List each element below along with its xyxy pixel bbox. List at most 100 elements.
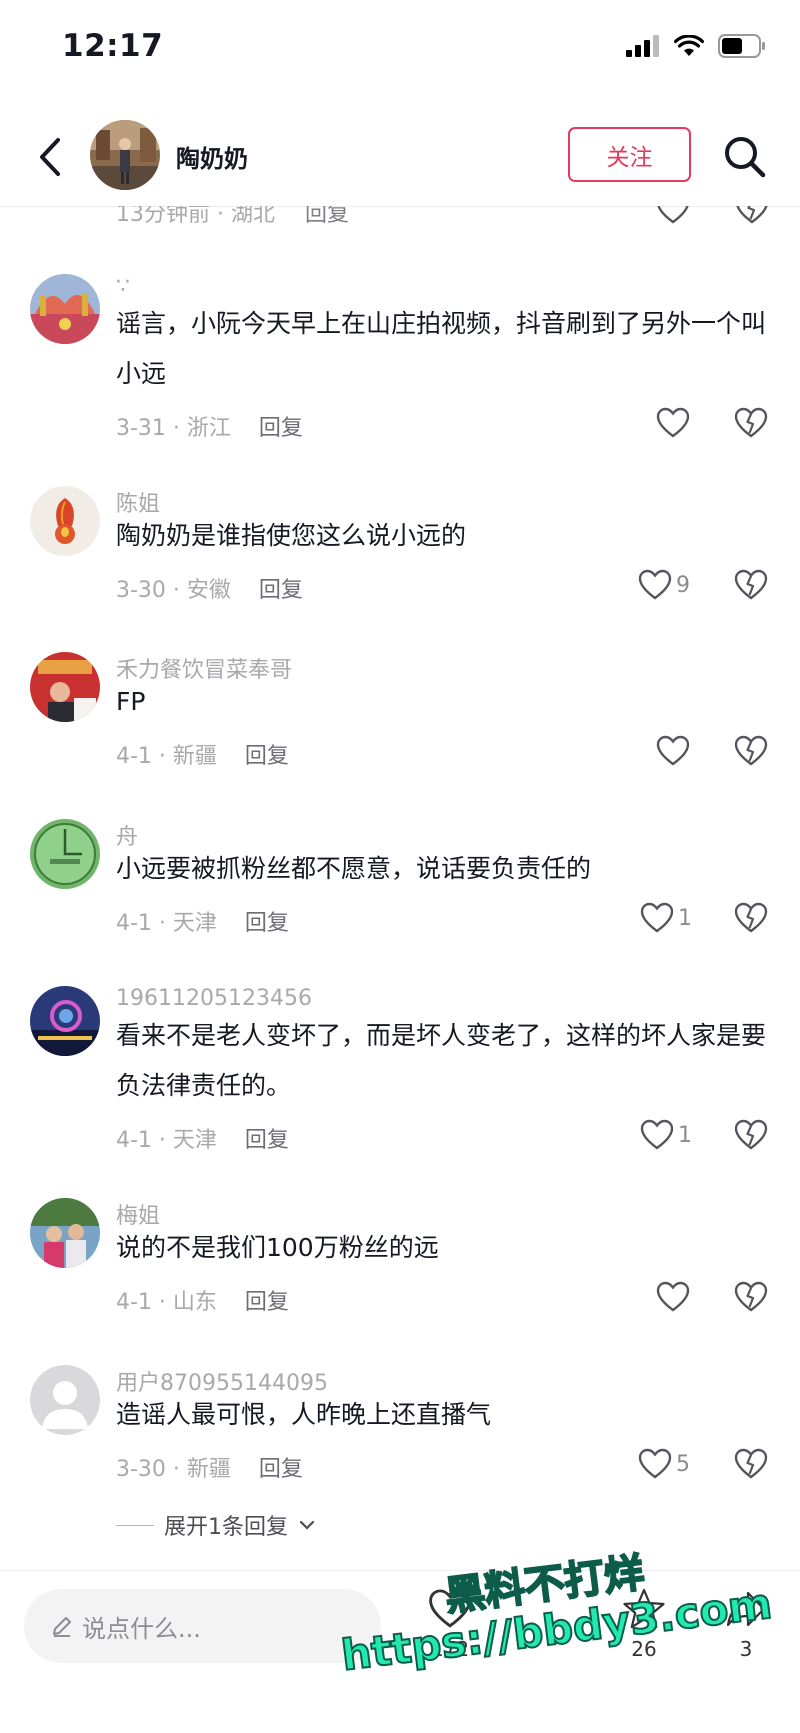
commenter-name[interactable]: ∵ (116, 274, 130, 299)
broken-heart-icon (734, 1119, 768, 1150)
back-arrow-icon (40, 138, 60, 176)
comment-meta: 3-30 · 新疆 回复 (116, 1451, 303, 1483)
comment-meta: 3-31 · 浙江 回复 (116, 410, 303, 442)
expand-divider-line (116, 1524, 154, 1526)
like-button[interactable] (656, 406, 694, 440)
like-count: 5 (676, 1451, 690, 1477)
expand-replies-button[interactable]: 展开1条回复 (116, 1509, 316, 1541)
dislike-button[interactable] (734, 568, 768, 606)
reply-button[interactable]: 回复 (245, 911, 289, 936)
broken-heart-icon (734, 902, 768, 933)
search-icon (725, 137, 766, 178)
like-button[interactable]: 1 (640, 1118, 692, 1152)
broken-heart-icon (734, 569, 768, 600)
like-count: 1 (678, 905, 692, 931)
heart-icon (656, 407, 690, 438)
broken-heart-icon (734, 735, 768, 766)
comment-time-location: 4-1 · 天津 (116, 911, 217, 936)
reply-button[interactable]: 回复 (245, 744, 289, 769)
comment-input[interactable]: 说点什么... (24, 1589, 381, 1663)
commenter-avatar[interactable] (30, 274, 100, 344)
comment-text: FP (116, 687, 146, 716)
expand-replies-label: 展开1条回复 (164, 1515, 288, 1540)
comment-time-location: 4-1 · 天津 (116, 1128, 217, 1153)
commenter-avatar[interactable] (30, 986, 100, 1056)
comment-time-location: 4-1 · 新疆 (116, 744, 217, 769)
commenter-avatar[interactable] (30, 652, 100, 722)
like-button[interactable] (656, 206, 690, 226)
reply-button[interactable]: 回复 (245, 1128, 289, 1153)
reply-button[interactable]: 回复 (305, 206, 349, 227)
comment-time-location: 4-1 · 山东 (116, 1290, 217, 1315)
reply-button[interactable]: 回复 (259, 1457, 303, 1482)
like-count: 9 (676, 572, 690, 598)
commenter-avatar[interactable] (30, 1198, 100, 1268)
dislike-button[interactable] (735, 206, 769, 226)
broken-heart-icon (734, 1281, 768, 1312)
comment-meta: 4-1 · 天津 回复 (116, 905, 289, 937)
dislike-button[interactable] (734, 901, 768, 939)
comment-text: 造谣人最可恨，人昨晚上还直播气 (116, 1400, 492, 1429)
like-button[interactable] (656, 1280, 694, 1314)
like-count: 1 (678, 1122, 692, 1148)
comment-meta: 4-1 · 山东 回复 (116, 1284, 289, 1316)
header-avatar[interactable] (90, 120, 160, 190)
broken-heart-icon (736, 206, 768, 224)
comment-time-location: 3-30 · 安徽 (116, 578, 231, 603)
dislike-button[interactable] (734, 1447, 768, 1485)
commenter-avatar[interactable] (30, 819, 100, 889)
comment-meta: 13分钟前 · 湖北 回复 (116, 206, 349, 228)
reply-button[interactable]: 回复 (245, 1290, 289, 1315)
wifi-icon (674, 35, 704, 56)
comment-time-location: 3-30 · 新疆 (116, 1457, 231, 1482)
dislike-button[interactable] (734, 734, 768, 772)
default-avatar-icon (30, 1365, 100, 1435)
comment-text: 看来不是老人变坏了，而是坏人变老了，这样的坏人家是要负法律责任的。 (116, 1021, 767, 1100)
heart-icon (638, 569, 672, 600)
battery-icon (718, 34, 765, 58)
cellular-signal-icon (626, 35, 659, 57)
comment-text: 陶奶奶是谁指使您这么说小远的 (116, 521, 467, 550)
comment-text: 谣言，小阮今天早上在山庄拍视频，抖音刷到了另外一个叫小远 (116, 309, 767, 388)
profile-name[interactable]: 陶奶奶 (176, 139, 248, 174)
search-button[interactable] (722, 134, 768, 180)
heart-icon (638, 1448, 672, 1479)
status-bar: 12:17 (0, 0, 800, 100)
like-button[interactable]: 1 (640, 901, 692, 935)
profile-header: 陶奶奶 关注 (0, 110, 800, 206)
status-icons (626, 34, 766, 58)
comment-list[interactable]: 13分钟前 · 湖北 回复 ∵ 谣言，小阮今天早上在山庄拍视频，抖音刷到了另外一个… (0, 206, 800, 1570)
comment-time-location: 3-31 · 浙江 (116, 416, 231, 441)
dislike-button[interactable] (734, 1280, 768, 1318)
comment-text: 小远要被抓粉丝都不愿意，说话要负责任的 (116, 854, 592, 883)
follow-button[interactable]: 关注 (568, 127, 691, 182)
chevron-down-icon (299, 1520, 315, 1530)
broken-heart-icon (734, 1448, 768, 1479)
broken-heart-icon (734, 407, 768, 438)
dislike-button[interactable] (734, 1118, 768, 1156)
comment-meta: 4-1 · 天津 回复 (116, 1122, 289, 1154)
back-button[interactable] (30, 132, 74, 182)
reply-button[interactable]: 回复 (259, 416, 303, 441)
comment-meta: 4-1 · 新疆 回复 (116, 738, 289, 770)
pencil-icon (53, 1617, 71, 1637)
like-button[interactable] (656, 734, 694, 768)
comment-meta: 3-30 · 安徽 回复 (116, 572, 303, 604)
dislike-button[interactable] (734, 406, 768, 444)
reply-button[interactable]: 回复 (259, 578, 303, 603)
heart-icon (640, 902, 674, 933)
commenter-avatar[interactable] (30, 1365, 100, 1435)
comment-item-partial: 13分钟前 · 湖北 回复 (0, 206, 800, 230)
heart-icon (640, 1119, 674, 1150)
like-button[interactable]: 9 (638, 568, 690, 602)
heart-icon (656, 1281, 690, 1312)
heart-icon (657, 206, 689, 224)
heart-icon (656, 735, 690, 766)
comment-input-placeholder: 说点什么... (82, 1614, 201, 1643)
commenter-avatar[interactable] (30, 486, 100, 556)
comment-time-location: 13分钟前 · 湖北 (116, 206, 275, 227)
like-button[interactable]: 5 (638, 1447, 690, 1481)
commenter-name[interactable]: 19611205123456 (116, 986, 312, 1011)
status-time: 12:17 (62, 28, 164, 64)
comment-text: 说的不是我们100万粉丝的远 (116, 1233, 439, 1262)
